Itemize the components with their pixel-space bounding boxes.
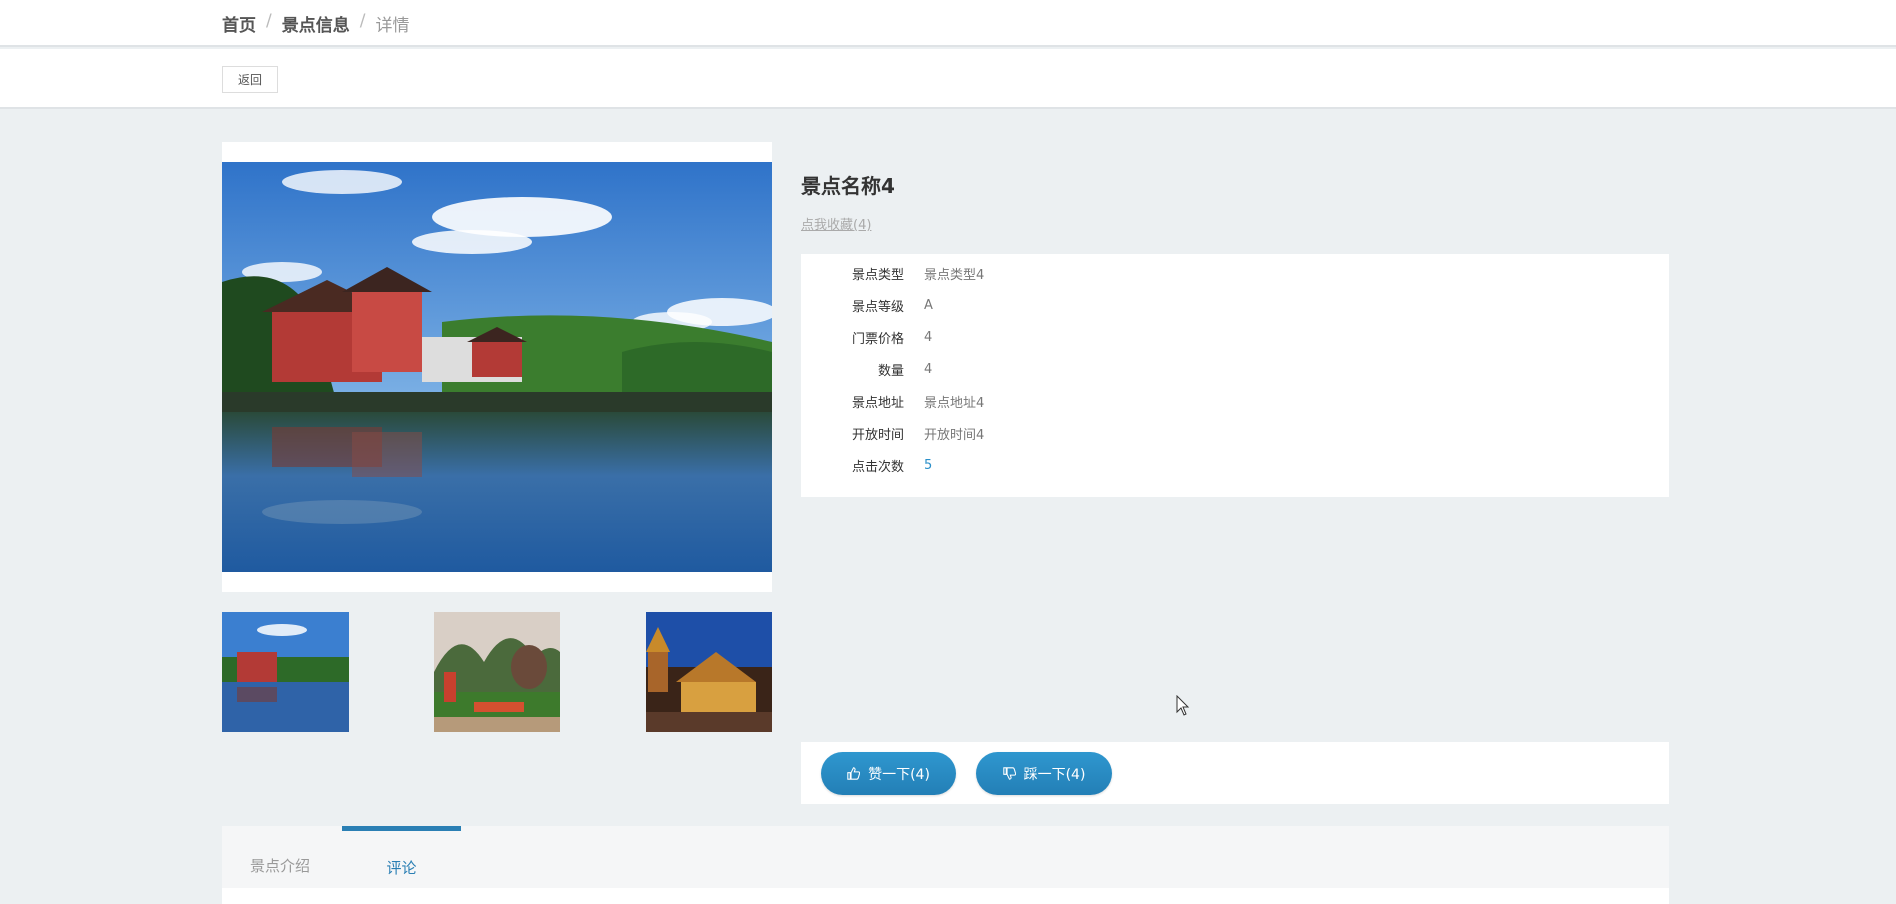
- thumbnail-3[interactable]: [646, 612, 772, 732]
- favorite-link[interactable]: 点我收藏(4): [801, 214, 871, 233]
- thumbnail-2[interactable]: [434, 612, 560, 732]
- info-label: 景点等级: [851, 299, 904, 315]
- info-label: 景点类型: [851, 267, 904, 283]
- vote-panel: 赞一下(4) 踩一下(4): [801, 742, 1669, 804]
- info-value: 4: [924, 329, 933, 345]
- tab-content: [222, 888, 1669, 904]
- info-label: 门票价格: [851, 331, 904, 347]
- top-bar: 首页 / 景点信息 / 详情: [0, 0, 1896, 47]
- breadcrumb-section[interactable]: 景点信息: [282, 11, 350, 36]
- info-row-open-time: 开放时间 开放时间4: [801, 417, 1669, 449]
- info-value: 4: [924, 361, 933, 377]
- info-value: 5: [924, 457, 933, 473]
- info-label: 数量: [877, 363, 904, 379]
- back-button[interactable]: 返回: [222, 66, 278, 93]
- mouse-pointer-icon: [1176, 694, 1190, 721]
- info-label: 点击次数: [851, 459, 904, 475]
- main-image-frame: [222, 142, 772, 592]
- breadcrumb-current: 详情: [375, 16, 410, 36]
- info-panel: 景点类型 景点类型4 景点等级 A 门票价格 4 数量 4 景点地址 景点地址4…: [801, 254, 1669, 497]
- toolbar: 返回: [0, 49, 1896, 109]
- info-value: A: [924, 297, 933, 313]
- info-label: 景点地址: [851, 395, 904, 411]
- info-row-clicks: 点击次数 5: [801, 449, 1669, 481]
- like-label: 赞一下(4): [868, 766, 930, 783]
- info-value: 开放时间4: [924, 427, 985, 443]
- info-value: 景点类型4: [924, 267, 985, 283]
- info-row-address: 景点地址 景点地址4: [801, 385, 1669, 417]
- thumbnail-1[interactable]: [222, 612, 349, 732]
- thumbs-up-icon: [847, 767, 861, 780]
- info-row-price: 门票价格 4: [801, 321, 1669, 353]
- dislike-label: 踩一下(4): [1023, 766, 1086, 783]
- info-label: 开放时间: [851, 427, 904, 443]
- breadcrumb: 首页 / 景点信息 / 详情: [222, 11, 409, 36]
- breadcrumb-home[interactable]: 首页: [222, 11, 256, 36]
- like-button[interactable]: 赞一下(4): [821, 752, 956, 795]
- info-row-quantity: 数量 4: [801, 353, 1669, 385]
- info-value: 景点地址4: [924, 395, 985, 411]
- info-row-type: 景点类型 景点类型4: [801, 257, 1669, 289]
- breadcrumb-separator: /: [266, 11, 272, 31]
- breadcrumb-separator: /: [359, 11, 366, 31]
- page-title: 景点名称4: [801, 174, 895, 198]
- dislike-button[interactable]: 踩一下(4): [976, 752, 1112, 795]
- info-row-level: 景点等级 A: [801, 289, 1669, 321]
- tab-bar: 景点介绍 评论: [222, 826, 1669, 904]
- thumbs-down-icon: [1002, 767, 1016, 780]
- main-scenic-image: [222, 162, 772, 572]
